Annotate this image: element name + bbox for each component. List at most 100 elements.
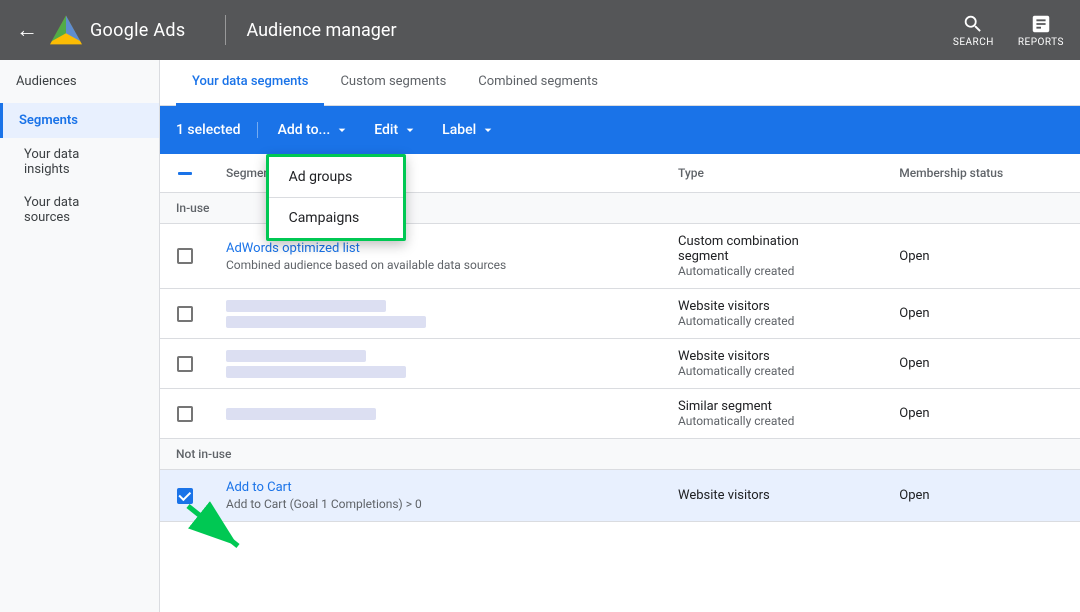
- status-1: Open: [899, 249, 929, 264]
- status-2: Open: [899, 306, 929, 321]
- blurred-bar: [226, 366, 406, 378]
- label-button[interactable]: Label: [430, 114, 508, 146]
- row-checkbox-cell-2[interactable]: [160, 289, 210, 339]
- segment-name-link-1[interactable]: AdWords optimized list: [226, 241, 360, 256]
- label-label: Label: [442, 122, 476, 138]
- blurred-bar: [226, 316, 426, 328]
- dropdown-item-ad-groups[interactable]: Ad groups: [269, 157, 403, 197]
- add-to-chevron-icon: [334, 122, 350, 138]
- nav-divider: [225, 15, 226, 45]
- status-3: Open: [899, 356, 929, 371]
- tab-combined-segments[interactable]: Combined segments: [462, 60, 614, 106]
- row-checkbox-cell-3[interactable]: [160, 339, 210, 389]
- segment-desc-5: Add to Cart (Goal 1 Completions) > 0: [226, 497, 646, 511]
- blurred-name-3: [226, 350, 646, 378]
- main-layout: Audiences Segments Your datainsights You…: [0, 60, 1080, 612]
- app-name: Google Ads: [90, 20, 185, 41]
- sidebar-item-audiences[interactable]: Audiences: [0, 60, 159, 103]
- blurred-bar: [226, 408, 376, 420]
- green-arrow-indicator: [178, 496, 258, 560]
- top-navigation: ← Google Ads Audience manager SEARCH REP…: [0, 0, 1080, 60]
- search-icon: [962, 13, 984, 35]
- type-auto-3: Automatically created: [678, 364, 867, 378]
- section-header-not-in-use: Not in-use: [160, 439, 1080, 470]
- add-to-button[interactable]: Add to...: [266, 114, 363, 146]
- logo-area: Google Ads: [50, 14, 185, 46]
- status-5: Open: [899, 488, 929, 503]
- type-auto-1: Automatically created: [678, 264, 867, 278]
- segment-name-cell-2: [210, 289, 662, 339]
- segment-name-cell-5: Add to Cart Add to Cart (Goal 1 Completi…: [210, 470, 662, 522]
- page-title: Audience manager: [246, 20, 396, 41]
- type-primary-4: Similar segment: [678, 399, 867, 414]
- blurred-name-4: [226, 408, 646, 420]
- table-body: In-use AdWords optimized list Combined a…: [160, 193, 1080, 522]
- content-area: Your data segments Custom segments Combi…: [160, 60, 1080, 612]
- row-checkbox-1[interactable]: [177, 248, 193, 264]
- segment-name-cell-4: [210, 389, 662, 439]
- dropdown-item-campaigns[interactable]: Campaigns: [269, 198, 403, 238]
- header-membership-status: Membership status: [883, 154, 1080, 193]
- sidebar-item-your-data-sources[interactable]: Your datasources: [0, 186, 159, 234]
- status-cell-1: Open: [883, 224, 1080, 289]
- section-label-not-in-use: Not in-use: [160, 439, 1080, 470]
- tabs-bar: Your data segments Custom segments Combi…: [160, 60, 1080, 106]
- add-to-dropdown-menu: Ad groups Campaigns: [266, 154, 406, 241]
- arrow-svg: [178, 496, 258, 556]
- sidebar-item-your-data-insights[interactable]: Your datainsights: [0, 138, 159, 186]
- label-chevron-icon: [480, 122, 496, 138]
- segment-type-cell-1: Custom combinationsegment Automatically …: [662, 224, 883, 289]
- status-cell-2: Open: [883, 289, 1080, 339]
- segment-desc-1: Combined audience based on available dat…: [226, 258, 646, 272]
- sidebar: Audiences Segments Your datainsights You…: [0, 60, 160, 612]
- table-row: Website visitors Automatically created O…: [160, 289, 1080, 339]
- search-button[interactable]: SEARCH: [953, 13, 994, 48]
- row-checkbox-cell-4[interactable]: [160, 389, 210, 439]
- back-button[interactable]: ←: [16, 17, 38, 43]
- row-checkbox-wrapper-3[interactable]: [176, 356, 194, 372]
- row-checkbox-cell-1[interactable]: [160, 224, 210, 289]
- header-checkbox[interactable]: [176, 164, 194, 182]
- header-checkbox-cell[interactable]: [160, 154, 210, 193]
- segment-name-cell-3: [210, 339, 662, 389]
- blurred-bar: [226, 300, 386, 312]
- row-checkbox-wrapper-1[interactable]: [176, 248, 194, 264]
- tab-custom-segments[interactable]: Custom segments: [324, 60, 462, 106]
- type-auto-2: Automatically created: [678, 314, 867, 328]
- table-row: Add to Cart Add to Cart (Goal 1 Completi…: [160, 470, 1080, 522]
- google-ads-logo: [50, 14, 82, 46]
- type-primary-2: Website visitors: [678, 299, 867, 314]
- action-bar: 1 selected Add to... Ad groups Campaigns…: [160, 106, 1080, 154]
- selected-count: 1 selected: [176, 122, 258, 138]
- search-label: SEARCH: [953, 37, 994, 48]
- segment-type-cell-3: Website visitors Automatically created: [662, 339, 883, 389]
- row-checkbox-wrapper-4[interactable]: [176, 406, 194, 422]
- reports-label: REPORTS: [1018, 37, 1064, 48]
- header-type: Type: [662, 154, 883, 193]
- blurred-name-2: [226, 300, 646, 328]
- edit-label: Edit: [374, 122, 398, 138]
- tab-your-data-segments[interactable]: Your data segments: [176, 60, 324, 106]
- header-checkbox-indeterminate: [178, 172, 192, 175]
- segment-type-cell-2: Website visitors Automatically created: [662, 289, 883, 339]
- edit-button[interactable]: Edit: [362, 114, 430, 146]
- status-4: Open: [899, 406, 929, 421]
- type-primary-5: Website visitors: [678, 488, 867, 503]
- reports-icon: [1030, 13, 1052, 35]
- segment-type-cell-5: Website visitors: [662, 470, 883, 522]
- edit-chevron-icon: [402, 122, 418, 138]
- row-checkbox-wrapper-2[interactable]: [176, 306, 194, 322]
- status-cell-4: Open: [883, 389, 1080, 439]
- row-checkbox-4[interactable]: [177, 406, 193, 422]
- reports-button[interactable]: REPORTS: [1018, 13, 1064, 48]
- row-checkbox-2[interactable]: [177, 306, 193, 322]
- table-row: Similar segment Automatically created Op…: [160, 389, 1080, 439]
- type-primary-3: Website visitors: [678, 349, 867, 364]
- row-checkbox-3[interactable]: [177, 356, 193, 372]
- sidebar-item-segments[interactable]: Segments: [0, 103, 159, 138]
- add-to-label: Add to...: [278, 122, 331, 138]
- type-auto-4: Automatically created: [678, 414, 867, 428]
- status-cell-5: Open: [883, 470, 1080, 522]
- segment-type-cell-4: Similar segment Automatically created: [662, 389, 883, 439]
- segment-name-link-5[interactable]: Add to Cart: [226, 480, 292, 495]
